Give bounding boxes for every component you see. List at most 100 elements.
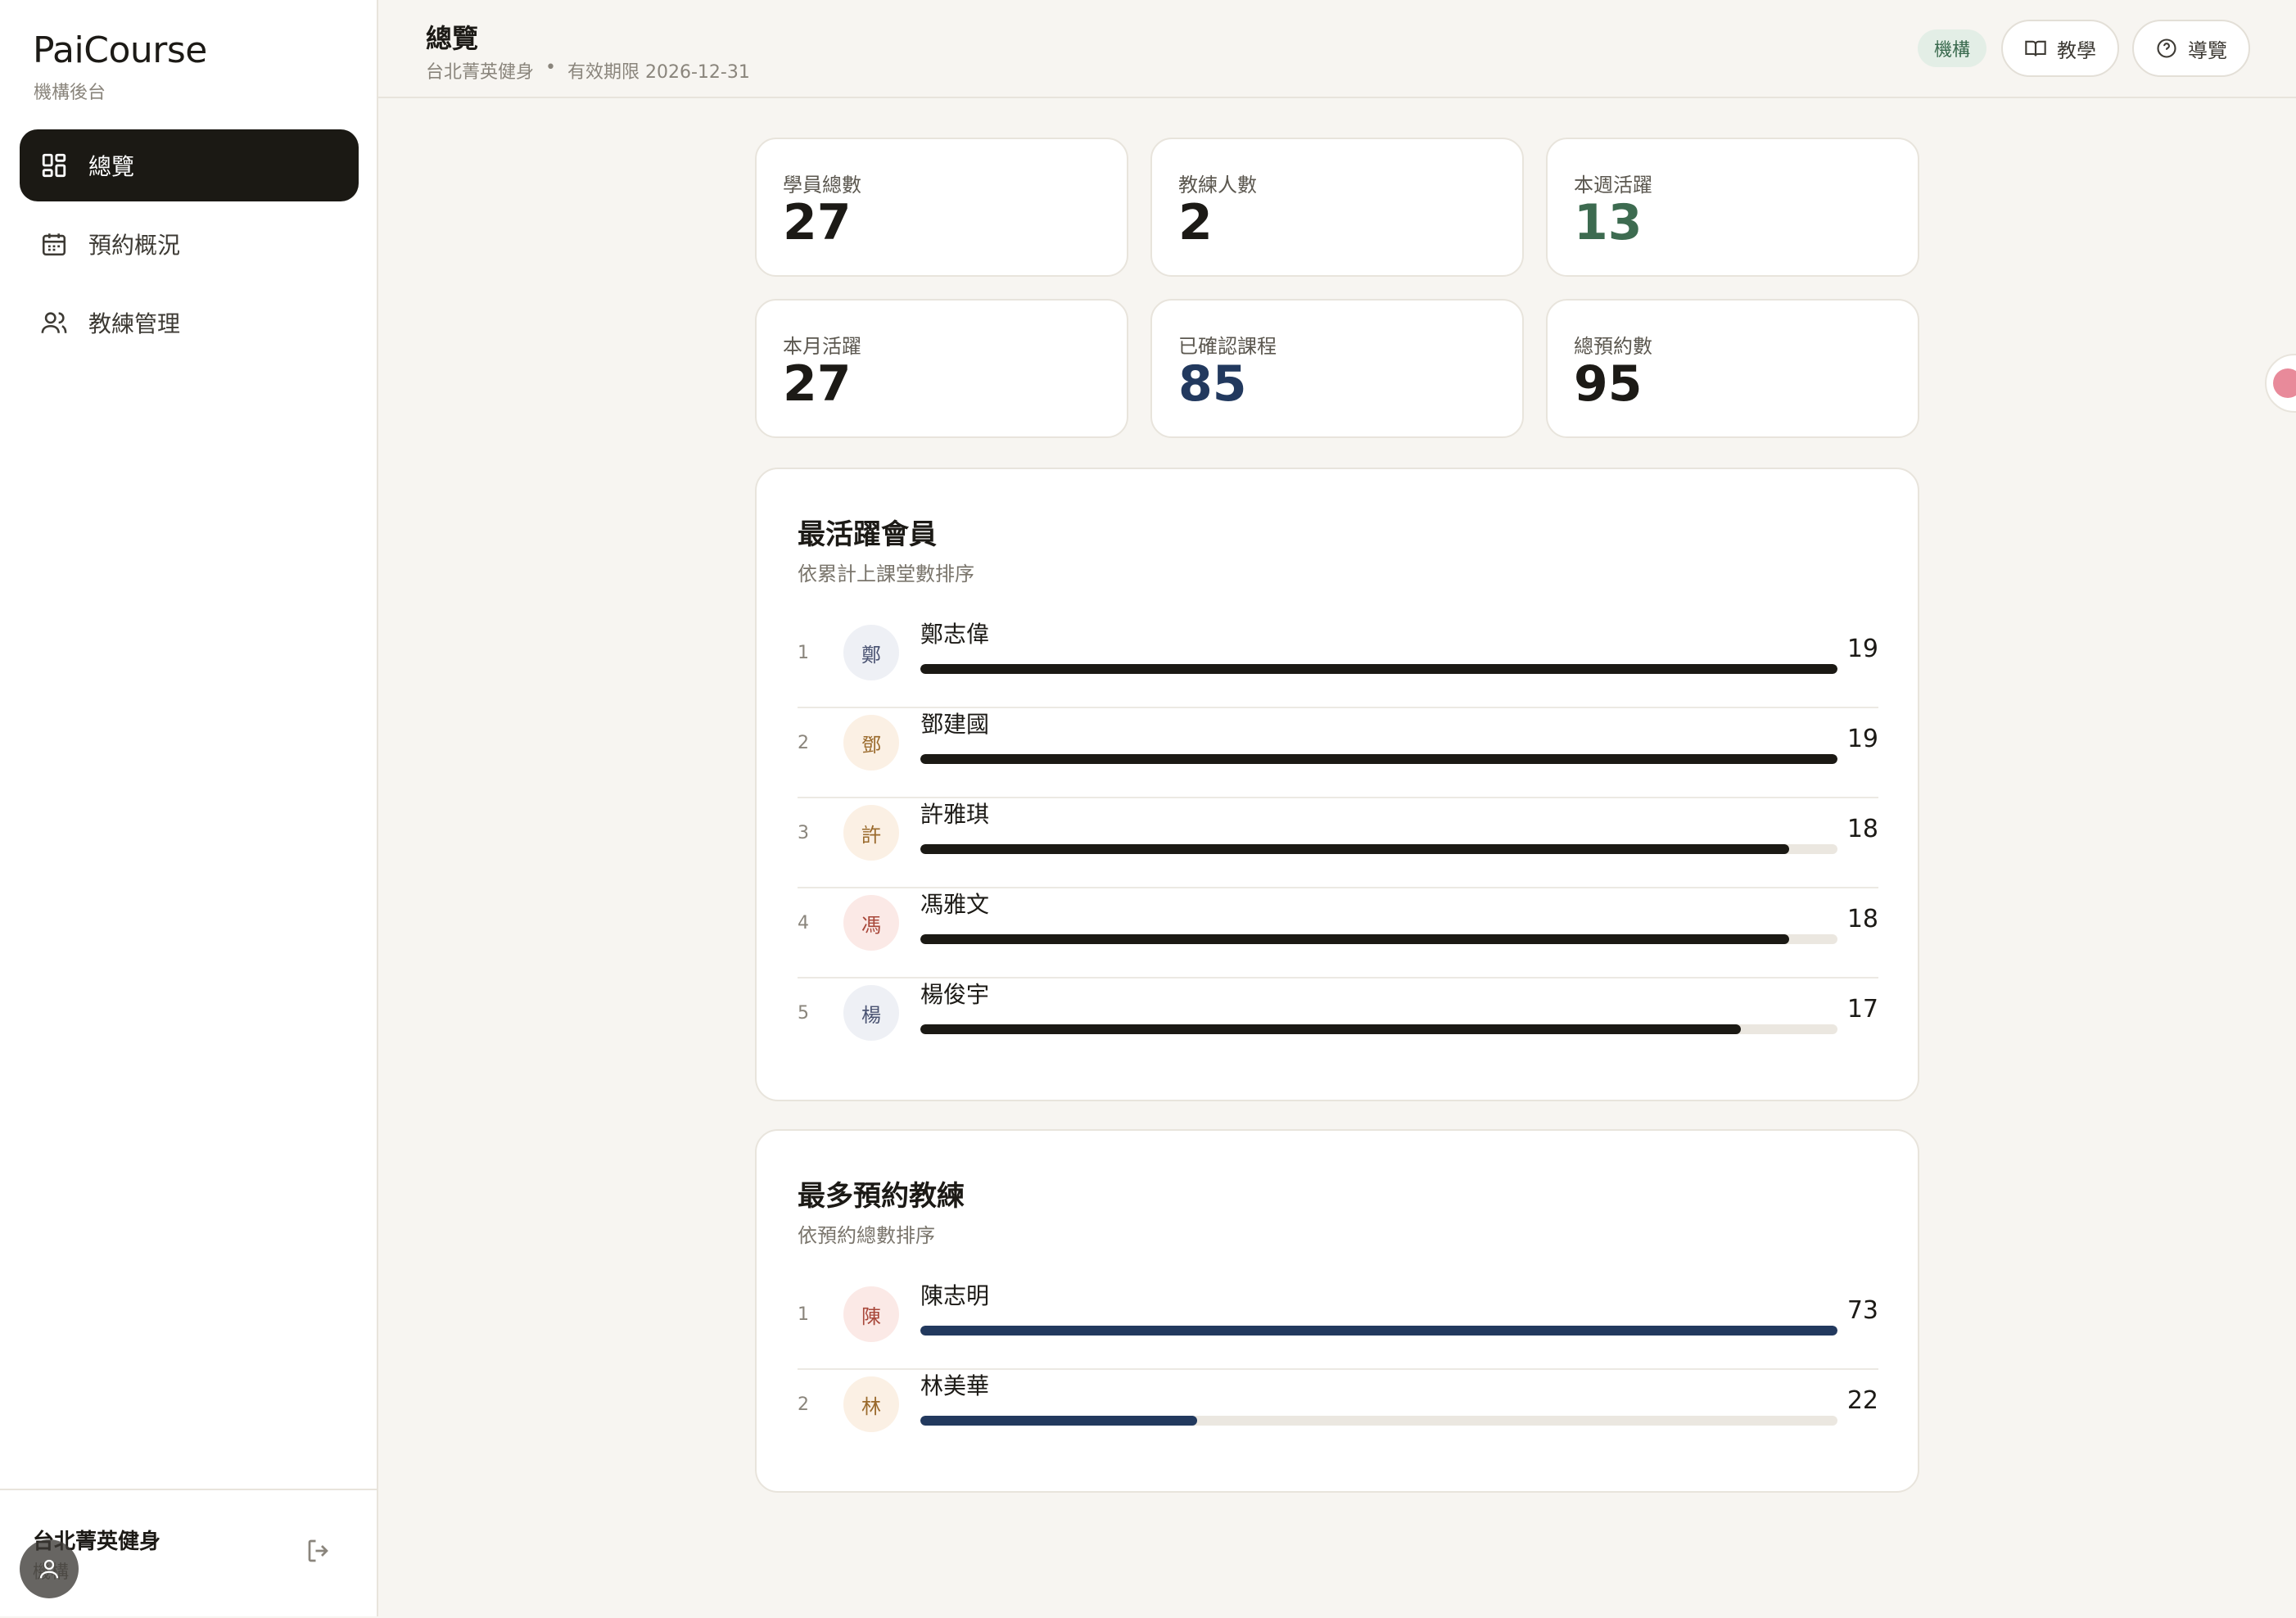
progress-fill [920,844,1790,854]
rank-number: 4 [798,913,809,933]
floating-avatar-button[interactable] [20,1539,79,1598]
card-title: 最多預約教練 [798,1180,965,1213]
progress-track [920,1024,1837,1034]
guide-button[interactable]: 導覽 [2132,20,2250,77]
progress-track [920,934,1837,944]
top-header: 總覽 台北菁英健身 • 有效期限 2026-12-31 機構 教學 導覽 [378,0,2296,98]
tutorial-label: 教學 [2057,38,2096,62]
stat-label: 本週活躍 [1574,174,1652,197]
progress-fill [920,1326,1837,1336]
floating-side-widget[interactable] [2265,354,2296,413]
role-badge: 機構 [1918,29,1987,67]
stat-label: 教練人數 [1178,174,1257,197]
card-title: 最活躍會員 [798,518,937,551]
stat-card-monthly-active: 本月活躍 27 [755,299,1128,438]
ranking-name: 林美華 [920,1372,990,1399]
rank-number: 1 [798,1304,809,1325]
ranking-name: 許雅琪 [920,801,990,828]
stat-value: 27 [783,355,852,413]
sidebar-item-label: 總覽 [88,153,135,180]
rank-number: 5 [798,1003,809,1024]
avatar: 鄭 [843,625,899,680]
ranking-name: 楊俊宇 [920,981,990,1008]
stat-card-total-bookings: 總預約數 95 [1546,299,1919,438]
stat-card-confirmed-courses: 已確認課程 85 [1150,299,1524,438]
users-icon [39,308,69,337]
ranking-name: 陳志明 [920,1282,990,1309]
meta-separator: • [545,57,556,78]
dashboard-icon [39,151,69,180]
tutorial-button[interactable]: 教學 [2001,20,2119,77]
page-title: 總覽 [426,23,479,54]
avatar: 楊 [843,985,899,1041]
stat-value: 2 [1178,194,1213,251]
ranking-row: 2 林林美華 22 [798,1368,1878,1458]
stat-value: 85 [1178,355,1247,413]
stat-value: 13 [1574,194,1643,251]
ranking-row: 1 鄭鄭志偉 19 [798,617,1878,708]
ranking-value: 18 [1846,815,1878,843]
rank-number: 2 [798,1394,809,1415]
progress-fill [920,1024,1742,1034]
ranking-value: 19 [1846,725,1878,753]
stat-card-students: 學員總數 27 [755,138,1128,277]
logout-icon[interactable] [305,1536,334,1566]
card-subtitle: 依預約總數排序 [798,1224,935,1247]
progress-track [920,754,1837,764]
avatar: 馮 [843,895,899,951]
rank-number: 1 [798,643,809,663]
progress-fill [920,934,1790,944]
avatar: 林 [843,1376,899,1432]
ranking-value: 19 [1846,635,1878,663]
brand-title: PaiCourse [33,29,207,71]
ranking-row: 2 鄧鄧建國 19 [798,707,1878,798]
stat-label: 總預約數 [1574,335,1652,358]
star-icon [2273,368,2296,398]
card-subtitle: 依累計上課堂數排序 [798,563,974,585]
ranking-name: 鄧建國 [920,711,990,738]
progress-track [920,664,1837,674]
ranking-value: 18 [1846,905,1878,933]
avatar: 許 [843,805,899,861]
sidebar-item-booking[interactable]: 預約概況 [20,208,359,280]
ranking-value: 22 [1846,1386,1878,1415]
rank-number: 3 [798,823,809,843]
stat-value: 95 [1574,355,1643,413]
calendar-icon [39,229,69,259]
sidebar: PaiCourse 機構後台 總覽 預約概況 教練管理 台北菁英健身 機構 [0,0,378,1616]
org-label: 台北菁英健身 [426,62,535,83]
brand-subtitle: 機構後台 [34,83,106,103]
avatar: 陳 [843,1286,899,1342]
sidebar-item-label: 教練管理 [88,310,181,337]
stat-card-coaches: 教練人數 2 [1150,138,1524,277]
rank-number: 2 [798,733,809,753]
stat-label: 本月活躍 [783,335,861,358]
ranking-name: 鄭志偉 [920,621,990,648]
ranking-row: 1 陳陳志明 73 [798,1278,1878,1370]
progress-fill [920,1416,1197,1426]
avatar: 鄧 [843,715,899,771]
progress-fill [920,754,1837,764]
progress-track [920,1326,1837,1336]
book-icon [2025,40,2046,56]
active-members-card: 最活躍會員 依累計上課堂數排序 1 鄭鄭志偉 19 2 鄧鄧建國 19 3 許許雅琪 18 4 馮馮… [755,468,1919,1101]
ranking-value: 73 [1846,1296,1878,1325]
ranking-row: 4 馮馮雅文 18 [798,887,1878,978]
progress-track [920,844,1837,854]
guide-label: 導覽 [2188,38,2227,62]
ranking-value: 17 [1846,995,1878,1024]
progress-track [920,1416,1837,1426]
help-circle-icon [2157,38,2176,58]
top-coaches-card: 最多預約教練 依預約總數排序 1 陳陳志明 73 2 林林美華 22 [755,1129,1919,1493]
progress-fill [920,664,1837,674]
ranking-name: 馮雅文 [920,891,990,918]
sidebar-item-label: 預約概況 [88,232,181,259]
stat-value: 27 [783,194,852,251]
validity-label: 有效期限 2026-12-31 [567,62,750,83]
ranking-row: 3 許許雅琪 18 [798,797,1878,888]
user-icon [39,1559,59,1579]
page-meta: 台北菁英健身 • 有效期限 2026-12-31 [426,57,750,84]
sidebar-item-overview[interactable]: 總覽 [20,129,359,201]
ranking-row: 5 楊楊俊宇 17 [798,977,1878,1067]
sidebar-item-coaches[interactable]: 教練管理 [20,287,359,359]
